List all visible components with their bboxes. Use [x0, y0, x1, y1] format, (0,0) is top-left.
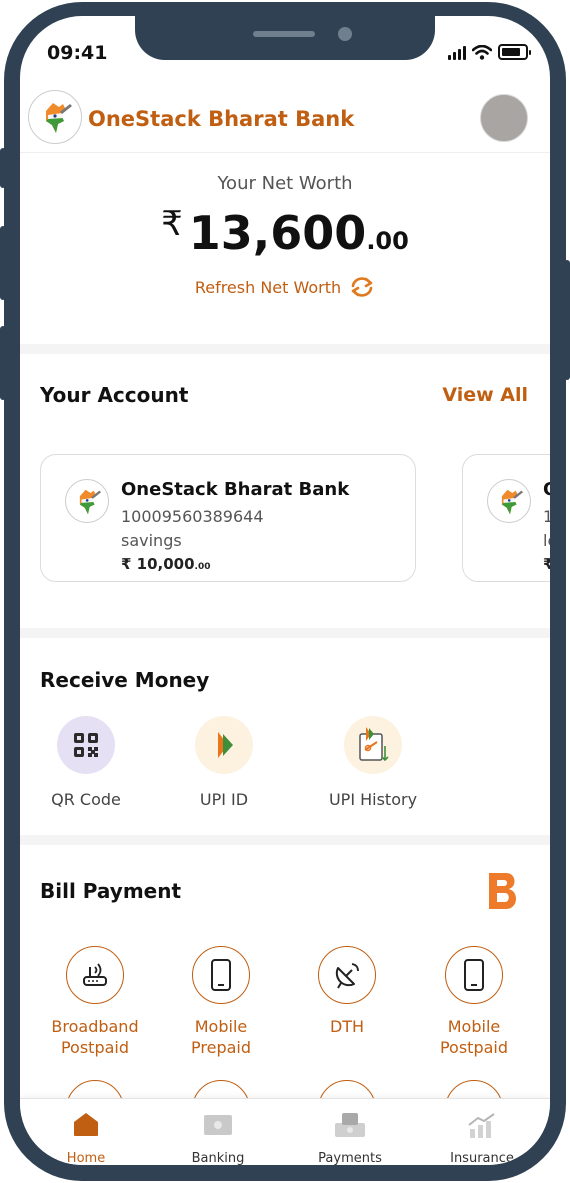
bank-logo-icon	[65, 479, 109, 523]
label-line: Postpaid	[439, 1038, 509, 1057]
bottom-navigation: Home Banking Payments Insurance	[20, 1098, 550, 1165]
banking-icon	[203, 1111, 233, 1141]
account-balance-main: ₹ 10,000	[121, 555, 195, 573]
net-worth-decimal: .00	[366, 227, 409, 255]
nav-home[interactable]: Home	[20, 1099, 152, 1165]
notch	[135, 16, 435, 60]
mobile-prepaid-button[interactable]: Mobile Prepaid	[158, 946, 284, 1058]
label-line: Prepaid	[191, 1038, 251, 1057]
nav-home-label: Home	[66, 1151, 106, 1165]
volume-down-button	[0, 326, 6, 400]
upi-icon	[195, 716, 253, 774]
account-number: 10009560389644	[121, 507, 264, 526]
account-balance: ₹ 10,000.00	[121, 555, 211, 573]
upi-history-button[interactable]: UPI History	[313, 716, 433, 809]
receive-money-title: Receive Money	[40, 668, 210, 692]
qr-code-button[interactable]: QR Code	[26, 716, 146, 809]
your-account-title: Your Account	[40, 383, 189, 407]
bank-logo-icon	[487, 479, 531, 523]
upi-id-label: UPI ID	[199, 790, 249, 809]
upi-history-icon	[344, 716, 402, 774]
bharat-billpay-icon	[486, 871, 522, 915]
mobile-icon	[445, 946, 503, 1004]
refresh-net-worth-button[interactable]: Refresh Net Worth	[20, 276, 550, 298]
volume-up-button	[0, 226, 6, 300]
status-icons	[448, 44, 531, 60]
mute-switch	[0, 148, 6, 188]
status-time: 09:41	[47, 42, 108, 64]
mobile-prepaid-label: Mobile Prepaid	[158, 1016, 284, 1058]
account-balance-main: ₹	[543, 555, 550, 573]
account-card[interactable]: O 1 le ₹	[462, 454, 550, 582]
account-card[interactable]: OneStack Bharat Bank 10009560389644 savi…	[40, 454, 416, 582]
upi-id-button[interactable]: UPI ID	[164, 716, 284, 809]
account-balance: ₹	[543, 555, 550, 573]
broadband-postpaid-button[interactable]: Broadband Postpaid	[32, 946, 158, 1058]
label-line: Mobile	[194, 1017, 248, 1036]
currency-symbol: ₹	[161, 204, 183, 244]
nav-insurance[interactable]: Insurance	[416, 1099, 548, 1165]
broadband-router-icon	[66, 946, 124, 1004]
satellite-dish-icon	[318, 946, 376, 1004]
broadband-postpaid-label: Broadband Postpaid	[32, 1016, 158, 1058]
speaker	[253, 31, 315, 37]
nav-payments-label: Payments	[318, 1151, 382, 1165]
upi-history-label: UPI History	[328, 790, 418, 809]
net-worth-amount: ₹13,600.00	[20, 204, 550, 260]
app-screen: 09:41 OneStack Bharat Bank Your Net Wort…	[20, 16, 550, 1165]
nav-banking-label: Banking	[191, 1151, 245, 1165]
mobile-postpaid-label: Mobile Postpaid	[411, 1016, 537, 1058]
mobile-postpaid-button[interactable]: Mobile Postpaid	[411, 946, 537, 1058]
account-balance-decimal: .00	[194, 562, 211, 572]
app-header: OneStack Bharat Bank	[20, 86, 550, 153]
label-line: Postpaid	[60, 1038, 130, 1057]
account-type: savings	[121, 531, 182, 550]
wifi-icon	[472, 45, 492, 60]
refresh-label: Refresh Net Worth	[194, 277, 342, 297]
mobile-icon	[192, 946, 250, 1004]
profile-avatar[interactable]	[480, 94, 528, 142]
power-button	[564, 260, 570, 380]
phone-mockup: 09:41 OneStack Bharat Bank Your Net Wort…	[0, 0, 570, 1183]
home-icon	[72, 1111, 100, 1141]
label-line: Mobile	[447, 1017, 501, 1036]
account-number: 1	[543, 507, 550, 526]
section-divider	[20, 628, 550, 638]
view-all-link[interactable]: View All	[442, 384, 528, 406]
nav-banking[interactable]: Banking	[152, 1099, 284, 1165]
net-worth-label: Your Net Worth	[217, 173, 353, 194]
bill-payment-title: Bill Payment	[40, 879, 182, 903]
payments-icon	[333, 1111, 367, 1143]
account-bank-name: O	[543, 479, 550, 500]
bank-logo-icon[interactable]	[28, 90, 82, 144]
bank-title: OneStack Bharat Bank	[88, 107, 355, 131]
qr-code-icon	[57, 716, 115, 774]
label-line: DTH	[329, 1017, 365, 1036]
nav-payments[interactable]: Payments	[284, 1099, 416, 1165]
dth-button[interactable]: DTH	[284, 946, 410, 1037]
label-line: Broadband	[51, 1017, 139, 1036]
refresh-icon	[351, 277, 373, 297]
dth-label: DTH	[284, 1016, 410, 1037]
signal-icon	[448, 46, 466, 60]
section-divider	[20, 344, 550, 354]
battery-icon	[498, 44, 531, 60]
net-worth-main: 13,600	[188, 206, 367, 260]
section-divider	[20, 835, 550, 845]
insurance-icon	[466, 1111, 498, 1143]
qr-code-label: QR Code	[51, 790, 121, 809]
account-bank-name: OneStack Bharat Bank	[121, 479, 350, 500]
account-type: le	[543, 531, 550, 550]
front-camera	[338, 27, 352, 41]
nav-insurance-label: Insurance	[450, 1151, 514, 1165]
